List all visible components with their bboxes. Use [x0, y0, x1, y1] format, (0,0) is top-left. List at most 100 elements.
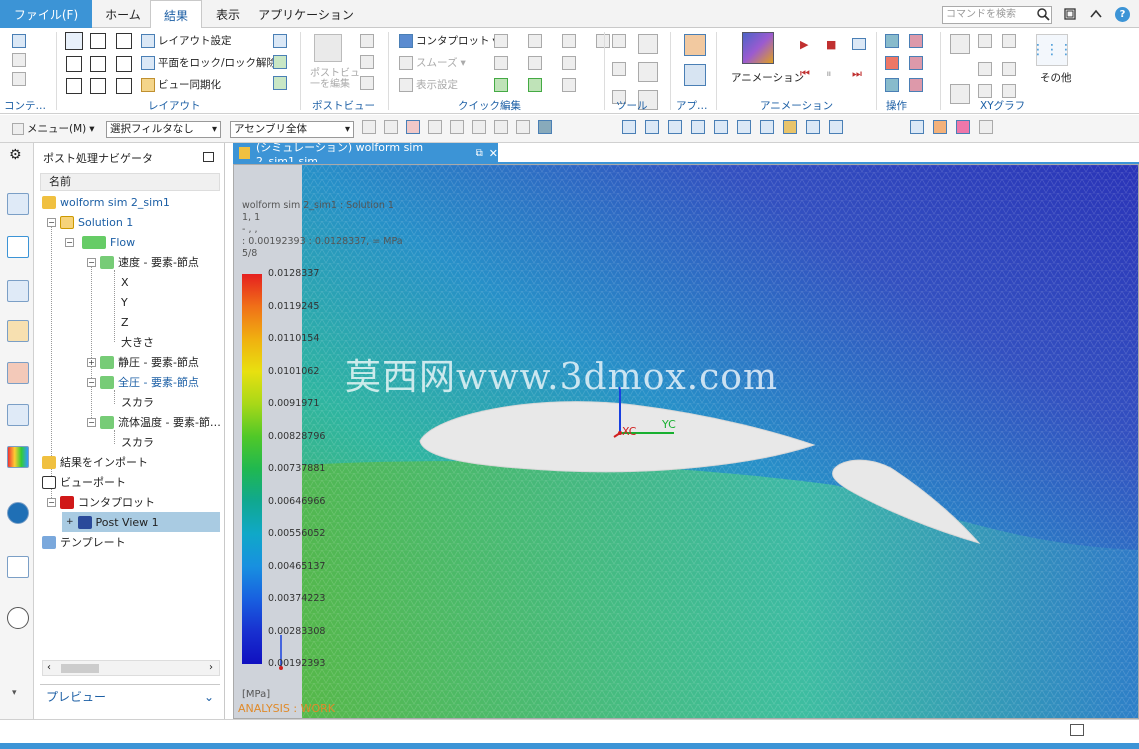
- collapse-toggle[interactable]: −: [65, 238, 74, 247]
- tab-view[interactable]: 表示: [206, 0, 250, 28]
- app-icons[interactable]: [684, 34, 706, 86]
- collapse-toggle[interactable]: −: [87, 378, 96, 387]
- layout-two-col-icon[interactable]: [66, 56, 82, 72]
- scrollbar-thumb[interactable]: [61, 664, 99, 673]
- sim-navigator-icon[interactable]: [7, 280, 29, 302]
- expand-toggle[interactable]: +: [87, 358, 96, 367]
- tree-item-contour-plot[interactable]: コンタプロット: [60, 492, 155, 512]
- lock-plane-icon: [141, 55, 155, 70]
- layout-three-row-icon[interactable]: [66, 78, 82, 94]
- navigator-horizontal-scrollbar[interactable]: ‹ ›: [42, 660, 220, 676]
- tree-item-post-view[interactable]: + Post View 1: [62, 512, 220, 532]
- tree-item-sim[interactable]: wolform sim 2_sim1: [42, 192, 170, 212]
- lock-plane-button[interactable]: 平面をロック/ロック解除: [141, 55, 277, 70]
- maximize-icon[interactable]: [203, 152, 214, 162]
- layout-extra-icons[interactable]: [273, 34, 287, 90]
- quick-edit-icons[interactable]: [494, 34, 614, 92]
- tree-item-velocity[interactable]: 速度 - 要素-節点: [100, 252, 199, 272]
- scroll-left-icon[interactable]: ‹: [47, 662, 51, 673]
- display-settings-button[interactable]: 表示設定: [399, 77, 458, 92]
- tree-item-solution[interactable]: Solution 1: [60, 212, 133, 232]
- tree-item-viewport[interactable]: ビューポート: [42, 472, 126, 492]
- collapse-toggle[interactable]: −: [47, 218, 56, 227]
- layout-three-grid-icon[interactable]: [90, 78, 106, 94]
- post-view-edit-icon[interactable]: [314, 34, 342, 62]
- close-icon[interactable]: ✕: [489, 147, 498, 160]
- constraint-navigator-icon[interactable]: [7, 362, 29, 384]
- xy-graph-icons[interactable]: [950, 34, 1020, 104]
- tree-item-magnitude[interactable]: 大きさ: [121, 332, 154, 352]
- color-palette-icon[interactable]: [7, 446, 29, 468]
- tree-item-fluid-temp[interactable]: 流体温度 - 要素-節…: [100, 412, 221, 432]
- animation-icon[interactable]: [742, 32, 774, 64]
- tree-item-template[interactable]: テンプレート: [42, 532, 126, 552]
- menu-button[interactable]: メニュー(M) ▾: [12, 121, 95, 136]
- preview-panel-toggle[interactable]: プレビュー ⌄: [40, 684, 220, 708]
- tree-item-total-pressure[interactable]: 全圧 - 要素-節点: [100, 372, 199, 392]
- collapse-ribbon-icon[interactable]: [1088, 6, 1104, 22]
- view-sync-button[interactable]: ビュー同期化: [141, 77, 221, 92]
- post-view-small-icons[interactable]: [360, 34, 374, 90]
- template-icon: [42, 535, 56, 549]
- search-icon[interactable]: [1036, 7, 1050, 21]
- layout-nine-icon[interactable]: [116, 78, 132, 94]
- document-tab[interactable]: (シミュレーション) wolform sim 2_sim1.sim ⧉ ✕: [233, 141, 498, 168]
- tree-item-flow[interactable]: Flow: [82, 232, 135, 252]
- layout-six-icon[interactable]: [116, 56, 132, 72]
- assembly-navigator-icon[interactable]: [7, 320, 29, 342]
- layout-two-row-icon[interactable]: [90, 33, 106, 49]
- help-icon[interactable]: ?: [1115, 7, 1130, 22]
- other-label[interactable]: その他: [1040, 70, 1072, 85]
- tree-line: [91, 258, 92, 424]
- history-navigator-icon[interactable]: [7, 404, 29, 426]
- tree-item-scalar-2[interactable]: スカラ: [121, 432, 154, 452]
- selection-filter-dropdown[interactable]: 選択フィルタなし: [106, 121, 221, 138]
- tree-item-x[interactable]: X: [121, 272, 129, 292]
- smooth-button[interactable]: スムーズ ▾: [399, 55, 466, 70]
- tree-item-label: 全圧 - 要素-節点: [118, 376, 199, 389]
- scroll-down-icon[interactable]: ▾: [12, 688, 17, 698]
- tree-item-static-pressure[interactable]: 静圧 - 要素-節点: [100, 352, 199, 372]
- column-header-name[interactable]: 名前: [40, 173, 220, 191]
- file-menu-tab[interactable]: ファイル(F): [0, 0, 92, 28]
- group-separator: [300, 32, 301, 110]
- contour-small-icons[interactable]: [12, 34, 26, 86]
- fullscreen-icon[interactable]: [1070, 724, 1084, 736]
- layout-single-icon[interactable]: [65, 32, 83, 50]
- other-grid-icon[interactable]: ⋮⋮⋮: [1031, 34, 1073, 66]
- snap-tool-icons[interactable]: [910, 120, 993, 134]
- info-icon[interactable]: [7, 502, 29, 524]
- tree-item-z[interactable]: Z: [121, 312, 129, 332]
- post-navigator-icon[interactable]: [7, 236, 29, 258]
- layout-settings-button[interactable]: レイアウト設定: [141, 33, 232, 48]
- assembly-scope-dropdown[interactable]: アセンブリ全体: [230, 121, 354, 138]
- settings-gear-icon[interactable]: ⚙: [9, 147, 22, 163]
- tree-item-scalar[interactable]: スカラ: [121, 392, 154, 412]
- web-browser-icon[interactable]: [7, 556, 29, 578]
- part-navigator-icon[interactable]: [7, 193, 29, 215]
- animation-controls[interactable]: ▶ ■ ⏮ ⏸ ⏭: [800, 38, 868, 81]
- collapse-toggle[interactable]: −: [47, 498, 56, 507]
- expand-toggle[interactable]: +: [66, 517, 74, 527]
- tree-item-import-results[interactable]: 結果をインポート: [42, 452, 148, 472]
- layout-grid-icon[interactable]: [116, 33, 132, 49]
- collapse-toggle[interactable]: −: [87, 418, 96, 427]
- info-line: 5/8: [242, 248, 258, 259]
- selection-tool-icons[interactable]: [362, 120, 552, 134]
- group-separator: [716, 32, 717, 110]
- operation-icons[interactable]: [885, 34, 925, 92]
- tab-home[interactable]: ホーム: [98, 0, 148, 28]
- window-restore-icon[interactable]: [1062, 6, 1078, 22]
- view-tool-icons[interactable]: [622, 120, 843, 134]
- scroll-right-icon[interactable]: ›: [209, 662, 213, 673]
- tab-applications[interactable]: アプリケーション: [256, 0, 356, 28]
- contour-plot-button[interactable]: コンタプロット▾: [399, 33, 498, 48]
- collapse-toggle[interactable]: −: [87, 258, 96, 267]
- tree-item-label: テンプレート: [60, 536, 126, 549]
- tab-results[interactable]: 結果: [150, 0, 202, 29]
- group-label-contour: コンテ…: [4, 100, 46, 112]
- clock-icon[interactable]: [7, 607, 29, 629]
- layout-four-icon[interactable]: [90, 56, 106, 72]
- undock-icon[interactable]: ⧉: [476, 148, 483, 159]
- tree-item-y[interactable]: Y: [121, 292, 128, 312]
